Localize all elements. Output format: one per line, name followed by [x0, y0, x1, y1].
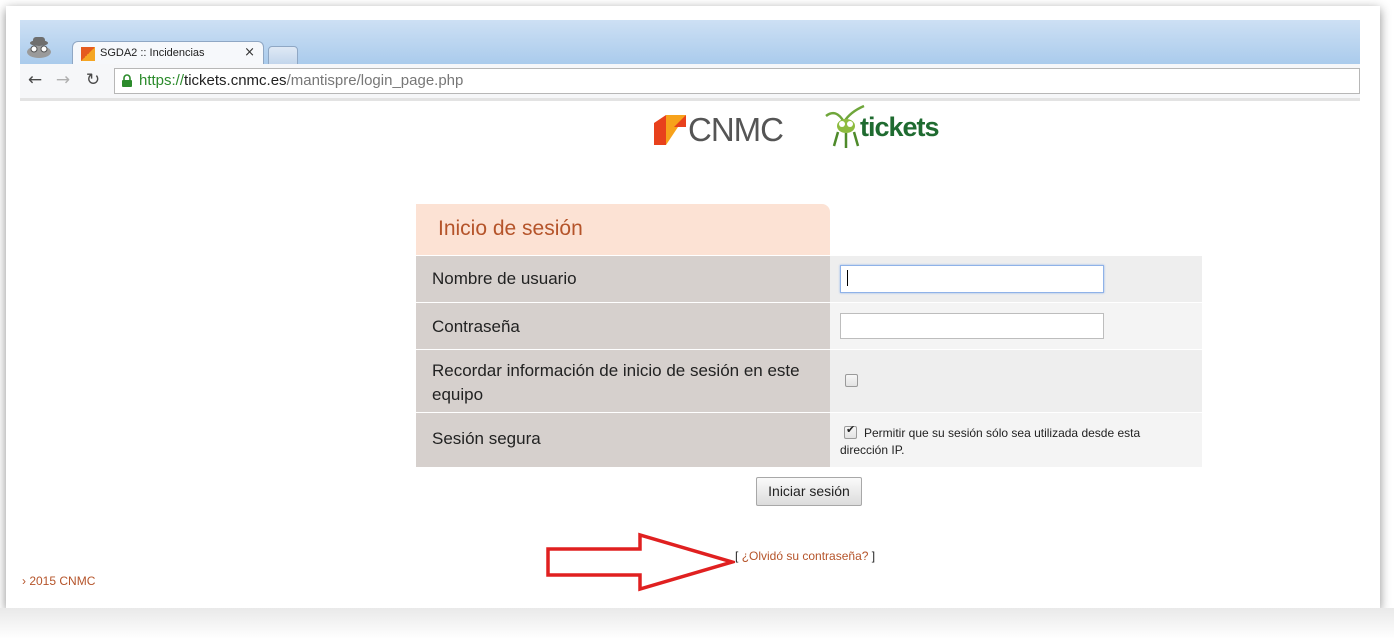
password-row: Contraseña [416, 303, 1202, 349]
username-label: Nombre de usuario [432, 269, 577, 288]
secure-row: Sesión segura ✔ Permitir que su sesión s… [416, 413, 1202, 467]
secure-label-cell: Sesión segura [416, 413, 830, 467]
password-value-cell [830, 303, 1202, 349]
login-title: Inicio de sesión [438, 217, 583, 240]
secure-label: Sesión segura [432, 429, 541, 448]
username-input[interactable] [840, 265, 1104, 293]
red-arrow-annotation [546, 532, 735, 592]
login-header: Inicio de sesión [416, 204, 830, 255]
forgot-password-link[interactable]: ¿Olvidó su contraseña? [742, 549, 869, 563]
login-submit-button[interactable]: Iniciar sesión [756, 477, 862, 506]
password-label-cell: Contraseña [416, 303, 830, 349]
tickets-logo-text: tickets [860, 112, 940, 142]
incognito-icon [27, 37, 51, 58]
tab-title: SGDA2 :: Incidencias [100, 47, 205, 59]
lock-icon [122, 74, 132, 87]
browser-tabstrip: SGDA2 :: Incidencias × [20, 20, 1360, 66]
text-caret [847, 270, 848, 286]
forward-arrow-icon[interactable]: → [52, 69, 74, 91]
secure-description: Permitir que su sesión sólo sea utilizad… [840, 426, 1141, 457]
cnmc-mark-icon [654, 115, 686, 145]
remember-value-cell [830, 350, 1202, 412]
back-arrow-icon[interactable]: ← [24, 69, 46, 91]
bracket-close: ] [871, 549, 876, 563]
username-value-cell [830, 256, 1202, 302]
tab-close-icon[interactable]: × [244, 45, 255, 60]
remember-label-cell: Recordar información de inicio de sesión… [416, 350, 830, 412]
cnmc-logo: CNMC [654, 111, 804, 148]
secure-value-cell: ✔ Permitir que su sesión sólo sea utiliz… [830, 413, 1202, 467]
shadow-fade [0, 608, 1394, 639]
cnmc-logo-text: CNMC [688, 111, 784, 148]
footer-copyright: › 2015 CNMC [22, 574, 96, 588]
tickets-logo: tickets [822, 104, 972, 150]
browser-toolbar: ← → ↻ https://tickets.cnmc.es/mantispre/… [20, 64, 1360, 99]
reload-icon[interactable]: ↻ [82, 69, 104, 91]
remember-row: Recordar información de inicio de sesión… [416, 350, 1202, 412]
username-label-cell: Nombre de usuario [416, 256, 830, 302]
url-text: https://tickets.cnmc.es/mantispre/login_… [139, 72, 464, 89]
remember-label: Recordar información de inicio de sesión… [432, 361, 800, 404]
address-bar[interactable]: https://tickets.cnmc.es/mantispre/login_… [114, 68, 1360, 94]
favicon-icon [81, 47, 95, 61]
remember-checkbox[interactable] [845, 374, 858, 387]
username-row: Nombre de usuario [416, 256, 1202, 302]
browser-tab-active[interactable]: SGDA2 :: Incidencias × [72, 41, 264, 66]
password-input[interactable] [840, 313, 1104, 339]
new-tab-button[interactable] [268, 46, 298, 65]
password-label: Contraseña [432, 317, 520, 336]
toolbar-divider [20, 98, 1360, 101]
bracket-open: [ [735, 549, 739, 563]
forgot-password: [ ¿Olvidó su contraseña? ] [735, 549, 875, 563]
